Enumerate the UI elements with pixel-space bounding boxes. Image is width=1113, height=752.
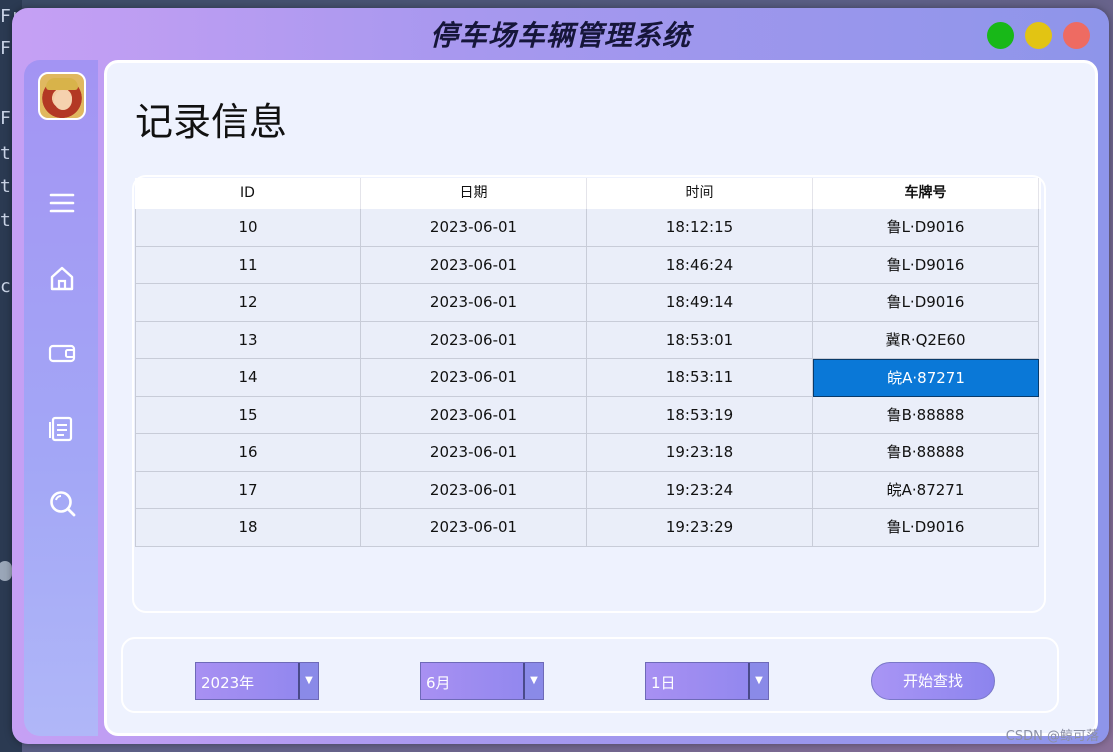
table-cell[interactable]: 18:49:14 <box>587 284 813 322</box>
table-header: ID 日期 时间 车牌号 <box>135 178 1041 209</box>
table-cell[interactable]: 2023-06-01 <box>361 396 587 434</box>
table-cell[interactable]: 16 <box>135 434 361 472</box>
avatar[interactable] <box>38 72 86 120</box>
column-header-id[interactable]: ID <box>135 178 361 209</box>
table-row[interactable]: 13 2023-06-01 18:53:01 冀R·Q2E60 <box>135 321 1041 359</box>
year-select[interactable]: 2023年 ▼ <box>195 662 319 700</box>
table-cell[interactable]: 19:23:18 <box>587 434 813 472</box>
table-cell[interactable]: 14 <box>135 359 361 397</box>
table-cell[interactable]: 2023-06-01 <box>361 509 587 547</box>
column-header-date[interactable]: 日期 <box>361 178 587 209</box>
table-cell[interactable]: 鲁B·88888 <box>813 434 1039 472</box>
table-cell[interactable]: 19:23:24 <box>587 471 813 509</box>
chevron-down-icon[interactable]: ▼ <box>748 663 768 699</box>
table-cell[interactable]: 皖A·87271 <box>813 471 1039 509</box>
filter-bar: 2023年 ▼ 6月 ▼ 1日 ▼ 开始查找 <box>121 637 1059 713</box>
month-select-value: 6月 <box>426 674 451 692</box>
table-row[interactable]: 12 2023-06-01 18:49:14 鲁L·D9016 <box>135 284 1041 322</box>
wallet-icon[interactable] <box>47 338 77 368</box>
table-cell[interactable]: 2023-06-01 <box>361 359 587 397</box>
day-select[interactable]: 1日 ▼ <box>645 662 769 700</box>
maximize-button[interactable] <box>987 22 1014 49</box>
table-cell[interactable]: 2023-06-01 <box>361 471 587 509</box>
table-cell[interactable]: 鲁L·D9016 <box>813 509 1039 547</box>
table-cell[interactable]: 2023-06-01 <box>361 209 587 247</box>
background-badge <box>0 561 12 581</box>
table-cell[interactable]: 17 <box>135 471 361 509</box>
table-cell-selected[interactable]: 皖A·87271 <box>813 359 1039 397</box>
table-cell[interactable]: 13 <box>135 321 361 359</box>
start-search-button[interactable]: 开始查找 <box>871 662 995 700</box>
table-cell[interactable]: 2023-06-01 <box>361 434 587 472</box>
sidebar <box>24 60 98 736</box>
chevron-down-icon[interactable]: ▼ <box>298 663 318 699</box>
table-cell[interactable]: 冀R·Q2E60 <box>813 321 1039 359</box>
table-row[interactable]: 16 2023-06-01 19:23:18 鲁B·88888 <box>135 434 1041 472</box>
document-icon[interactable] <box>47 413 77 443</box>
records-table[interactable]: ID 日期 时间 车牌号 10 2023-06-01 18:12:15 鲁L·D… <box>135 178 1041 547</box>
table-cell[interactable]: 2023-06-01 <box>361 321 587 359</box>
table-cell[interactable]: 鲁L·D9016 <box>813 209 1039 247</box>
avatar-face <box>54 90 72 110</box>
table-row[interactable]: 10 2023-06-01 18:12:15 鲁L·D9016 <box>135 209 1041 247</box>
table-cell[interactable]: 鲁B·88888 <box>813 396 1039 434</box>
close-button[interactable] <box>1063 22 1090 49</box>
table-row[interactable]: 14 2023-06-01 18:53:11 皖A·87271 <box>135 359 1041 397</box>
minimize-button[interactable] <box>1025 22 1052 49</box>
window-title: 停车场车辆管理系统 <box>429 19 691 52</box>
avatar-hat <box>46 78 78 90</box>
table-cell[interactable]: 19:23:29 <box>587 509 813 547</box>
table-cell[interactable]: 18:46:24 <box>587 246 813 284</box>
table-cell[interactable]: 18:53:01 <box>587 321 813 359</box>
table-row[interactable]: 18 2023-06-01 19:23:29 鲁L·D9016 <box>135 509 1041 547</box>
page-title: 记录信息 <box>135 100 288 144</box>
watermark: CSDN @鲸可落 <box>1005 729 1099 744</box>
table-cell[interactable]: 18 <box>135 509 361 547</box>
table-cell[interactable]: 10 <box>135 209 361 247</box>
table-row[interactable]: 15 2023-06-01 18:53:19 鲁B·88888 <box>135 396 1041 434</box>
table-cell[interactable]: 12 <box>135 284 361 322</box>
chevron-down-icon[interactable]: ▼ <box>523 663 543 699</box>
table-cell[interactable]: 11 <box>135 246 361 284</box>
table-cell[interactable]: 18:53:19 <box>587 396 813 434</box>
menu-icon[interactable] <box>47 188 77 218</box>
home-icon[interactable] <box>47 263 77 293</box>
app-window: 停车场车辆管理系统 记录信息 ID 日期 时间 车牌号 10 2023-06-0… <box>12 8 1109 744</box>
search-icon[interactable] <box>47 488 77 518</box>
table-cell[interactable]: 15 <box>135 396 361 434</box>
table-cell[interactable]: 2023-06-01 <box>361 246 587 284</box>
year-select-value: 2023年 <box>201 674 255 692</box>
table-row[interactable]: 11 2023-06-01 18:46:24 鲁L·D9016 <box>135 246 1041 284</box>
table-row[interactable]: 17 2023-06-01 19:23:24 皖A·87271 <box>135 471 1041 509</box>
month-select[interactable]: 6月 ▼ <box>420 662 544 700</box>
table-cell[interactable]: 鲁L·D9016 <box>813 284 1039 322</box>
column-header-plate[interactable]: 车牌号 <box>813 178 1039 209</box>
day-select-value: 1日 <box>651 674 676 692</box>
main-panel: 记录信息 ID 日期 时间 车牌号 10 2023-06-01 18:12:15… <box>104 60 1098 736</box>
table-cell[interactable]: 18:53:11 <box>587 359 813 397</box>
table-cell[interactable]: 18:12:15 <box>587 209 813 247</box>
table-cell[interactable]: 鲁L·D9016 <box>813 246 1039 284</box>
table-cell[interactable]: 2023-06-01 <box>361 284 587 322</box>
column-header-time[interactable]: 时间 <box>587 178 813 209</box>
